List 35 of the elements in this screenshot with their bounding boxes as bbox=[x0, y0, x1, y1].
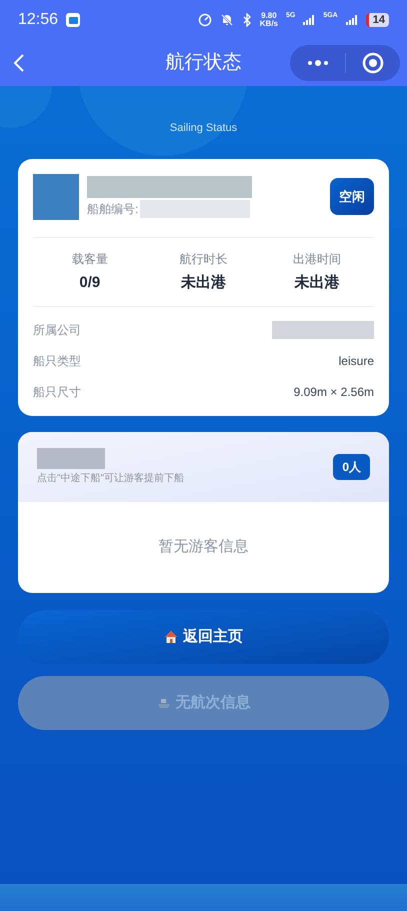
clock-time: 12:56 bbox=[18, 10, 58, 30]
detail-value: leisure bbox=[338, 353, 374, 370]
detail-label: 船只尺寸 bbox=[33, 384, 81, 401]
stat-value: 未出港 bbox=[180, 272, 226, 292]
close-icon[interactable] bbox=[362, 52, 384, 74]
detail-value: 9.09m × 2.56m bbox=[294, 384, 374, 401]
signal-icon bbox=[303, 15, 316, 25]
signal-icon bbox=[346, 15, 358, 25]
action-button[interactable]: 返回主页 bbox=[18, 610, 389, 664]
detail-label: 船只类型 bbox=[33, 353, 81, 370]
stat-label: 载客量 bbox=[72, 250, 108, 268]
empty-message: 暂无游客信息 bbox=[158, 537, 248, 558]
back-icon[interactable] bbox=[12, 53, 26, 73]
hint-text: 点击"中途下船"可让游客提前下船 bbox=[37, 472, 184, 486]
stat-label: 出港时间 bbox=[293, 250, 342, 268]
bluetooth-icon bbox=[242, 13, 252, 27]
stat-label: 航行时长 bbox=[179, 250, 228, 268]
boat-id-label: 船舶编号: bbox=[87, 200, 138, 218]
battery-level: 14 bbox=[366, 13, 389, 27]
house-icon bbox=[164, 630, 178, 644]
boat-thumbnail bbox=[33, 174, 79, 220]
stat-value: 未出港 bbox=[294, 272, 340, 292]
network-speed: 9.80 KB/s bbox=[260, 12, 278, 28]
page-subtitle: Sailing Status bbox=[168, 121, 238, 136]
more-icon[interactable] bbox=[307, 59, 329, 67]
ship-icon bbox=[156, 696, 170, 710]
app-icon bbox=[66, 13, 80, 27]
redacted-block bbox=[37, 448, 105, 469]
detail-label: 所属公司 bbox=[33, 322, 81, 339]
passenger-count: 0人 bbox=[333, 454, 370, 480]
status-badge: 空闲 bbox=[330, 178, 374, 216]
stat-value: 0/9 bbox=[79, 272, 100, 292]
speedometer-icon bbox=[198, 13, 212, 27]
muted-bell-icon bbox=[220, 13, 234, 27]
page-title: 航行状态 bbox=[166, 50, 242, 75]
